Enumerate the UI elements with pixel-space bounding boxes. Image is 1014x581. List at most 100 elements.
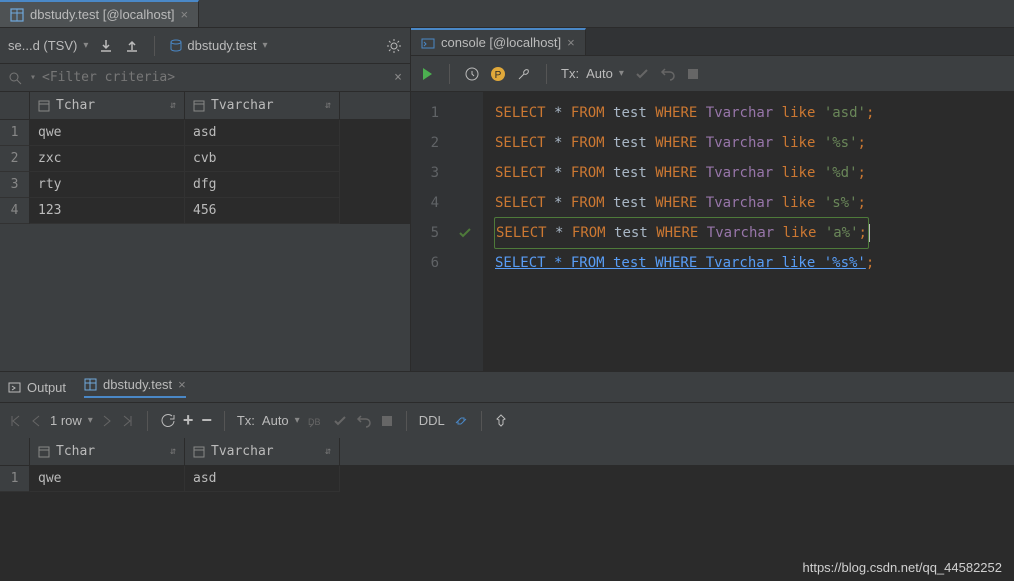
submit-icon[interactable]: DB xyxy=(308,414,324,428)
table-icon xyxy=(10,8,24,22)
gutter-icons xyxy=(447,92,483,371)
cell[interactable]: dfg xyxy=(185,172,340,198)
commit-icon[interactable] xyxy=(332,413,348,429)
result-toolbar: 1 row ▾ + − Tx: Auto ▾ DB DDL xyxy=(0,402,1014,438)
rollback-icon[interactable] xyxy=(660,66,676,82)
row-number: 4 xyxy=(0,198,30,224)
export-format-label: se...d (TSV) xyxy=(8,38,77,53)
stop-icon[interactable] xyxy=(380,414,394,428)
column-label: Tvarchar xyxy=(211,98,274,113)
sql-editor[interactable]: 123456 SELECT * FROM test WHERE Tvarchar… xyxy=(411,92,1014,371)
data-toolbar: se...d (TSV) ▾ dbstudy.test ▾ xyxy=(0,28,410,64)
cell[interactable]: asd xyxy=(185,120,340,146)
svg-text:DB: DB xyxy=(308,417,321,427)
column-header-tvarchar[interactable]: Tvarchar ⇵ xyxy=(185,92,340,119)
pin-icon[interactable] xyxy=(494,414,508,428)
sort-icon: ⇵ xyxy=(325,446,331,457)
check-icon xyxy=(458,226,472,240)
cell[interactable]: cvb xyxy=(185,146,340,172)
wrench-icon[interactable] xyxy=(516,66,532,82)
cell[interactable]: 456 xyxy=(185,198,340,224)
chevron-down-icon: ▾ xyxy=(263,40,268,51)
chevron-down-icon: ▾ xyxy=(619,68,624,79)
rollback-icon[interactable] xyxy=(356,413,372,429)
watermark: https://blog.csdn.net/qq_44582252 xyxy=(803,560,1003,575)
first-page-icon[interactable] xyxy=(8,414,22,428)
chevron-down-icon: ▾ xyxy=(295,415,300,426)
close-icon[interactable]: × xyxy=(394,70,402,85)
cell[interactable]: 123 xyxy=(30,198,185,224)
result-grid: Tchar ⇵ Tvarchar ⇵ 1 qwe asd 2 zxc cvb xyxy=(0,92,410,224)
console-icon xyxy=(421,36,435,50)
tab-console[interactable]: console [@localhost] × xyxy=(411,28,586,55)
tab-output[interactable]: Output xyxy=(8,380,66,395)
sql-link[interactable]: SELECT * FROM test WHERE Tvarchar like '… xyxy=(495,255,866,271)
cell[interactable]: zxc xyxy=(30,146,185,172)
tx-mode-dropdown[interactable]: Tx: Auto ▾ xyxy=(561,66,624,81)
column-header-tvarchar[interactable]: Tvarchar ⇵ xyxy=(185,438,340,465)
filter-placeholder: <Filter criteria> xyxy=(42,70,175,85)
compare-icon[interactable] xyxy=(453,413,469,429)
commit-icon[interactable] xyxy=(634,66,650,82)
column-label: Tchar xyxy=(56,98,95,113)
code-area[interactable]: SELECT * FROM test WHERE Tvarchar like '… xyxy=(483,92,1014,371)
schema-selector[interactable]: dbstudy.test ▾ xyxy=(169,38,267,53)
tab-dbstudy-test[interactable]: dbstudy.test [@localhost] × xyxy=(0,0,199,27)
console-toolbar: P Tx: Auto ▾ xyxy=(411,56,1014,92)
column-icon xyxy=(38,446,50,458)
refresh-icon[interactable] xyxy=(160,413,175,428)
tx-label: Tx: xyxy=(561,66,579,81)
output-panel: Output dbstudy.test × 1 row ▾ + − Tx: Au… xyxy=(0,371,1014,581)
column-header-tchar[interactable]: Tchar ⇵ xyxy=(30,438,185,465)
sort-icon: ⇵ xyxy=(170,100,176,111)
table-row[interactable]: 1 qwe asd xyxy=(0,120,410,146)
row-number: 3 xyxy=(0,172,30,198)
console-pane: console [@localhost] × P Tx: Auto ▾ xyxy=(410,28,1014,371)
svg-text:P: P xyxy=(495,70,502,81)
tab-result-table[interactable]: dbstudy.test × xyxy=(84,377,186,398)
table-row[interactable]: 4 123 456 xyxy=(0,198,410,224)
cell[interactable]: qwe xyxy=(30,120,185,146)
close-icon[interactable]: × xyxy=(567,35,575,50)
settings-icon[interactable] xyxy=(386,38,402,54)
next-page-icon[interactable] xyxy=(101,414,113,428)
row-count: 1 row xyxy=(50,413,82,428)
sort-icon: ⇵ xyxy=(170,446,176,457)
import-icon[interactable] xyxy=(98,38,114,54)
data-view-pane: se...d (TSV) ▾ dbstudy.test ▾ xyxy=(0,28,410,371)
row-number: 1 xyxy=(0,120,30,146)
plan-icon[interactable]: P xyxy=(490,66,506,82)
close-icon[interactable]: × xyxy=(180,7,188,22)
cell[interactable]: asd xyxy=(185,466,340,492)
stop-icon[interactable] xyxy=(686,67,700,81)
tx-mode-dropdown[interactable]: Tx: Auto ▾ xyxy=(237,413,300,428)
cell[interactable]: qwe xyxy=(30,466,185,492)
export-icon[interactable] xyxy=(124,38,140,54)
cell[interactable]: rty xyxy=(30,172,185,198)
tab-label: Output xyxy=(27,380,66,395)
table-row[interactable]: 1 qwe asd xyxy=(0,466,1014,492)
line-gutter: 123456 xyxy=(411,92,447,371)
text-caret xyxy=(869,224,870,242)
prev-page-icon[interactable] xyxy=(30,414,42,428)
last-page-icon[interactable] xyxy=(121,414,135,428)
run-icon[interactable] xyxy=(419,66,435,82)
row-count-dropdown[interactable]: 1 row ▾ xyxy=(50,413,93,428)
database-icon xyxy=(169,39,183,53)
tx-label: Tx: xyxy=(237,413,255,428)
tab-label: dbstudy.test xyxy=(103,377,172,392)
ddl-button[interactable]: DDL xyxy=(419,413,445,428)
close-icon[interactable]: × xyxy=(178,377,186,392)
table-row[interactable]: 3 rty dfg xyxy=(0,172,410,198)
schema-label: dbstudy.test xyxy=(187,38,256,53)
output-tab-bar: Output dbstudy.test × xyxy=(0,372,1014,402)
history-icon[interactable] xyxy=(464,66,480,82)
add-row-icon[interactable]: + xyxy=(183,410,194,431)
tx-mode: Auto xyxy=(586,66,613,81)
export-format-dropdown[interactable]: se...d (TSV) ▾ xyxy=(8,38,88,53)
table-row[interactable]: 2 zxc cvb xyxy=(0,146,410,172)
remove-row-icon[interactable]: − xyxy=(201,410,212,431)
column-header-tchar[interactable]: Tchar ⇵ xyxy=(30,92,185,119)
column-label: Tvarchar xyxy=(211,444,274,459)
filter-bar[interactable]: ▾ <Filter criteria> × xyxy=(0,64,410,92)
